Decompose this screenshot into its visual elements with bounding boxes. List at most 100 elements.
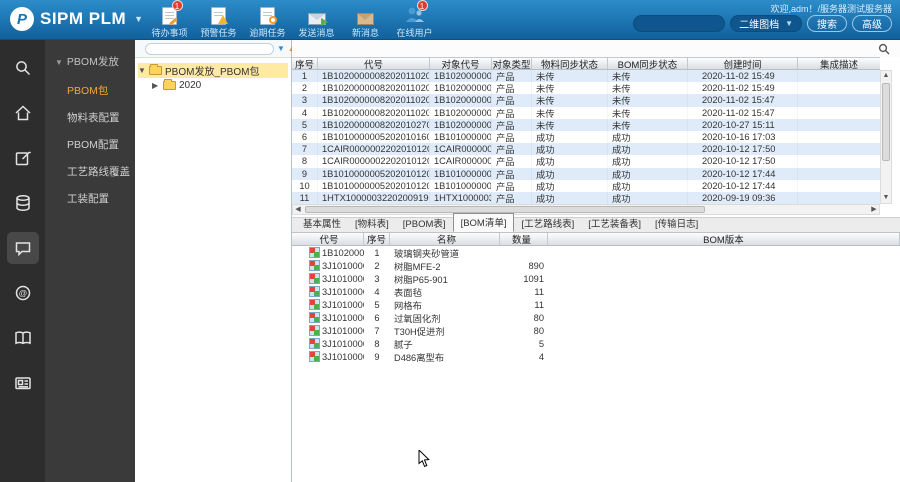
table-row[interactable]: 10 1B10100000052020101201 1B1010000005 产… — [292, 179, 880, 192]
col-qty[interactable]: 数量 — [500, 233, 548, 246]
tab[interactable]: [BOM清单] — [452, 213, 515, 232]
table-row[interactable]: 9 1B10100000052020101202 1B1010000005 产品… — [292, 167, 880, 180]
rail-support-icon[interactable]: @ — [7, 277, 39, 309]
detail-row[interactable]: ▼ 3J1010000046 5 网格布 11 — [292, 298, 900, 311]
tab[interactable]: 基本属性 — [296, 215, 348, 232]
detail-row[interactable]: ▼ 3J1010000084 9 D486离型布 4 — [292, 350, 900, 363]
arrow-down-icon[interactable]: ▼ — [277, 44, 285, 54]
detail-row[interactable]: ▼ 3J1010000031 3 树脂P65-901 1091 — [292, 272, 900, 285]
table-row[interactable]: 7 1CAIR00000022020101202 1CAIR0000002 产品… — [292, 143, 880, 156]
scroll-left-icon[interactable]: ◀ — [293, 205, 303, 215]
search-input[interactable] — [633, 15, 726, 32]
triangle-down-icon: ▼ — [138, 66, 146, 75]
menu-item[interactable]: PBOM包 — [45, 77, 135, 104]
todo-badge: 1 — [171, 0, 183, 11]
detail-row[interactable]: ▼ 3J1010000061 6 过氧固化剂 80 — [292, 311, 900, 324]
tab[interactable]: [工艺装备表] — [581, 215, 648, 232]
table-row[interactable]: 11 1HTX100000322020091902 1HTX10000032 产… — [292, 191, 880, 205]
col-bom-sync[interactable]: BOM同步状态 — [608, 58, 688, 71]
detail-row[interactable]: ▼ 1B1020000008 1 玻璃钢夹砂管道 — [292, 246, 900, 259]
col-seq[interactable]: 序号 — [364, 233, 390, 246]
detail-row[interactable]: ▼ 3J1010000058 7 T30H促进剂 80 — [292, 324, 900, 337]
svg-text:@: @ — [18, 288, 27, 298]
menu-item[interactable]: 物料表配置 — [45, 104, 135, 131]
online-users-button[interactable]: 1 在线用户 — [390, 0, 439, 39]
menu-item[interactable]: 工艺路线覆盖 — [45, 158, 135, 185]
header-toolbar: 1 待办事项 预警任务 逾期任务 发送消息 新消息 1 在线用户 — [145, 0, 439, 39]
menu-item[interactable]: 工装配置 — [45, 185, 135, 212]
vertical-scrollbar[interactable]: ▲ ▼ — [880, 70, 892, 204]
col-bom-version[interactable]: BOM版本 — [548, 233, 900, 246]
table-row[interactable]: 1 1B10200000082020110204 1B1020000008 产品… — [292, 70, 880, 83]
col-name[interactable]: 名称 — [390, 233, 500, 246]
overdue-task-button[interactable]: 逾期任务 — [243, 3, 292, 39]
rail-idcard-icon[interactable] — [7, 367, 39, 399]
part-icon — [309, 273, 320, 284]
col-material-sync[interactable]: 物料同步状态 — [532, 58, 608, 71]
rail-edit-icon[interactable] — [7, 142, 39, 174]
alert-task-button[interactable]: 预警任务 — [194, 3, 243, 39]
new-message-icon — [354, 3, 378, 25]
tree-node-root[interactable]: ▼ PBOM发放_PBOM包 — [138, 63, 288, 78]
menu-item[interactable]: PBOM配置 — [45, 131, 135, 158]
detail-row[interactable]: ▼ 3J1010000081 8 腻子 5 — [292, 337, 900, 350]
overdue-task-icon — [256, 3, 280, 25]
table-row[interactable]: 8 1CAIR00000022020101201 1CAIR0000002 产品… — [292, 155, 880, 168]
menu-group-pbom-release[interactable]: ▼ PBOM发放 — [45, 40, 135, 77]
tab[interactable]: [传输日志] — [648, 215, 705, 232]
todo-button[interactable]: 1 待办事项 — [145, 0, 194, 39]
col-created[interactable]: 创建时间 — [688, 58, 798, 71]
part-icon — [309, 325, 320, 336]
rail-database-icon[interactable] — [7, 187, 39, 219]
main-toolbar — [292, 40, 900, 57]
send-message-button[interactable]: 发送消息 — [292, 3, 341, 39]
scrollbar-thumb[interactable] — [305, 206, 705, 213]
global-search: 二维图档 ▼ 搜索 高级 — [633, 15, 892, 32]
detail-row[interactable]: ▼ 3J1010000053 4 表面毡 11 — [292, 285, 900, 298]
table-row[interactable]: 4 1B10200000082020110201 1B1020000008 产品… — [292, 106, 880, 119]
rail-search-icon[interactable] — [7, 52, 39, 84]
detail-row[interactable]: ▼ 3J1010000022 2 树脂MFE-2 890 — [292, 259, 900, 272]
scroll-right-icon[interactable]: ▶ — [869, 205, 879, 215]
table-row[interactable]: 2 1B10200000082020110203 1B1020000008 产品… — [292, 82, 880, 95]
rail-home-icon[interactable] — [7, 97, 39, 129]
col-object-type[interactable]: 对象类型 — [492, 58, 532, 71]
detail-body: ▼ 1B1020000008 1 玻璃钢夹砂管道 ▼ 3J1010000022 … — [292, 246, 900, 363]
scrollbar-thumb[interactable] — [882, 83, 890, 161]
table-row[interactable]: 6 1B10100000052020101601 1B1010000005 产品… — [292, 130, 880, 144]
col-description[interactable]: 集成描述 — [798, 58, 880, 71]
horizontal-scrollbar[interactable]: ◀ ▶ — [292, 204, 880, 215]
tab[interactable]: [物料表] — [348, 215, 396, 232]
tab[interactable]: [PBOM表] — [396, 215, 453, 232]
detail-tabs: 基本属性 [物料表] [PBOM表] [BOM清单] [工艺路线表] [工艺装备表] [传输… — [292, 213, 900, 233]
chevron-down-icon[interactable]: ▼ — [134, 14, 143, 24]
part-icon — [309, 286, 320, 297]
sidebar-menu: ▼ PBOM发放 PBOM包 物料表配置 PBOM配置 工艺路线覆盖 工装配置 — [45, 40, 135, 482]
tree-node-2020[interactable]: ▶ 2020 — [138, 78, 288, 93]
app-header: 欢迎,adm！/服务器测试服务器 P SIPM PLM ▼ 1 待办事项 预警任… — [0, 0, 900, 40]
col-seq[interactable]: 序号 — [292, 58, 318, 71]
table-row[interactable]: 5 1B10200000082020102701 1B1020000008 产品… — [292, 118, 880, 131]
search-icon[interactable] — [878, 43, 890, 55]
menu-items: PBOM包 物料表配置 PBOM配置 工艺路线覆盖 工装配置 — [45, 77, 135, 212]
col-code[interactable]: 代号 — [292, 233, 364, 246]
search-button[interactable]: 搜索 — [807, 15, 847, 32]
tab[interactable]: [工艺路线表] — [514, 215, 581, 232]
online-users-icon: 1 — [403, 0, 428, 25]
tree-filter-input[interactable] — [145, 42, 274, 55]
scroll-up-icon[interactable]: ▲ — [881, 71, 891, 81]
detail-header: 代号 序号 名称 数量 BOM版本 — [292, 233, 900, 246]
scroll-down-icon[interactable]: ▼ — [881, 193, 891, 203]
rail-chat-icon[interactable] — [6, 232, 39, 264]
advanced-search-button[interactable]: 高级 — [852, 15, 892, 32]
table-row[interactable]: 3 1B10200000082020110202 1B1020000008 产品… — [292, 94, 880, 107]
col-object-code[interactable]: 对象代号 — [430, 58, 492, 71]
main-panel: 序号 代号 对象代号 对象类型 物料同步状态 BOM同步状态 创建时间 集成描述… — [292, 40, 900, 482]
logo[interactable]: P SIPM PLM ▼ — [10, 7, 143, 31]
search-category-dropdown[interactable]: 二维图档 ▼ — [730, 15, 802, 32]
rail-book-icon[interactable] — [7, 322, 39, 354]
new-message-button[interactable]: 新消息 — [341, 3, 390, 39]
triangle-down-icon: ▼ — [55, 58, 63, 67]
col-code[interactable]: 代号 — [318, 58, 430, 71]
icon-rail: @ — [0, 40, 45, 482]
